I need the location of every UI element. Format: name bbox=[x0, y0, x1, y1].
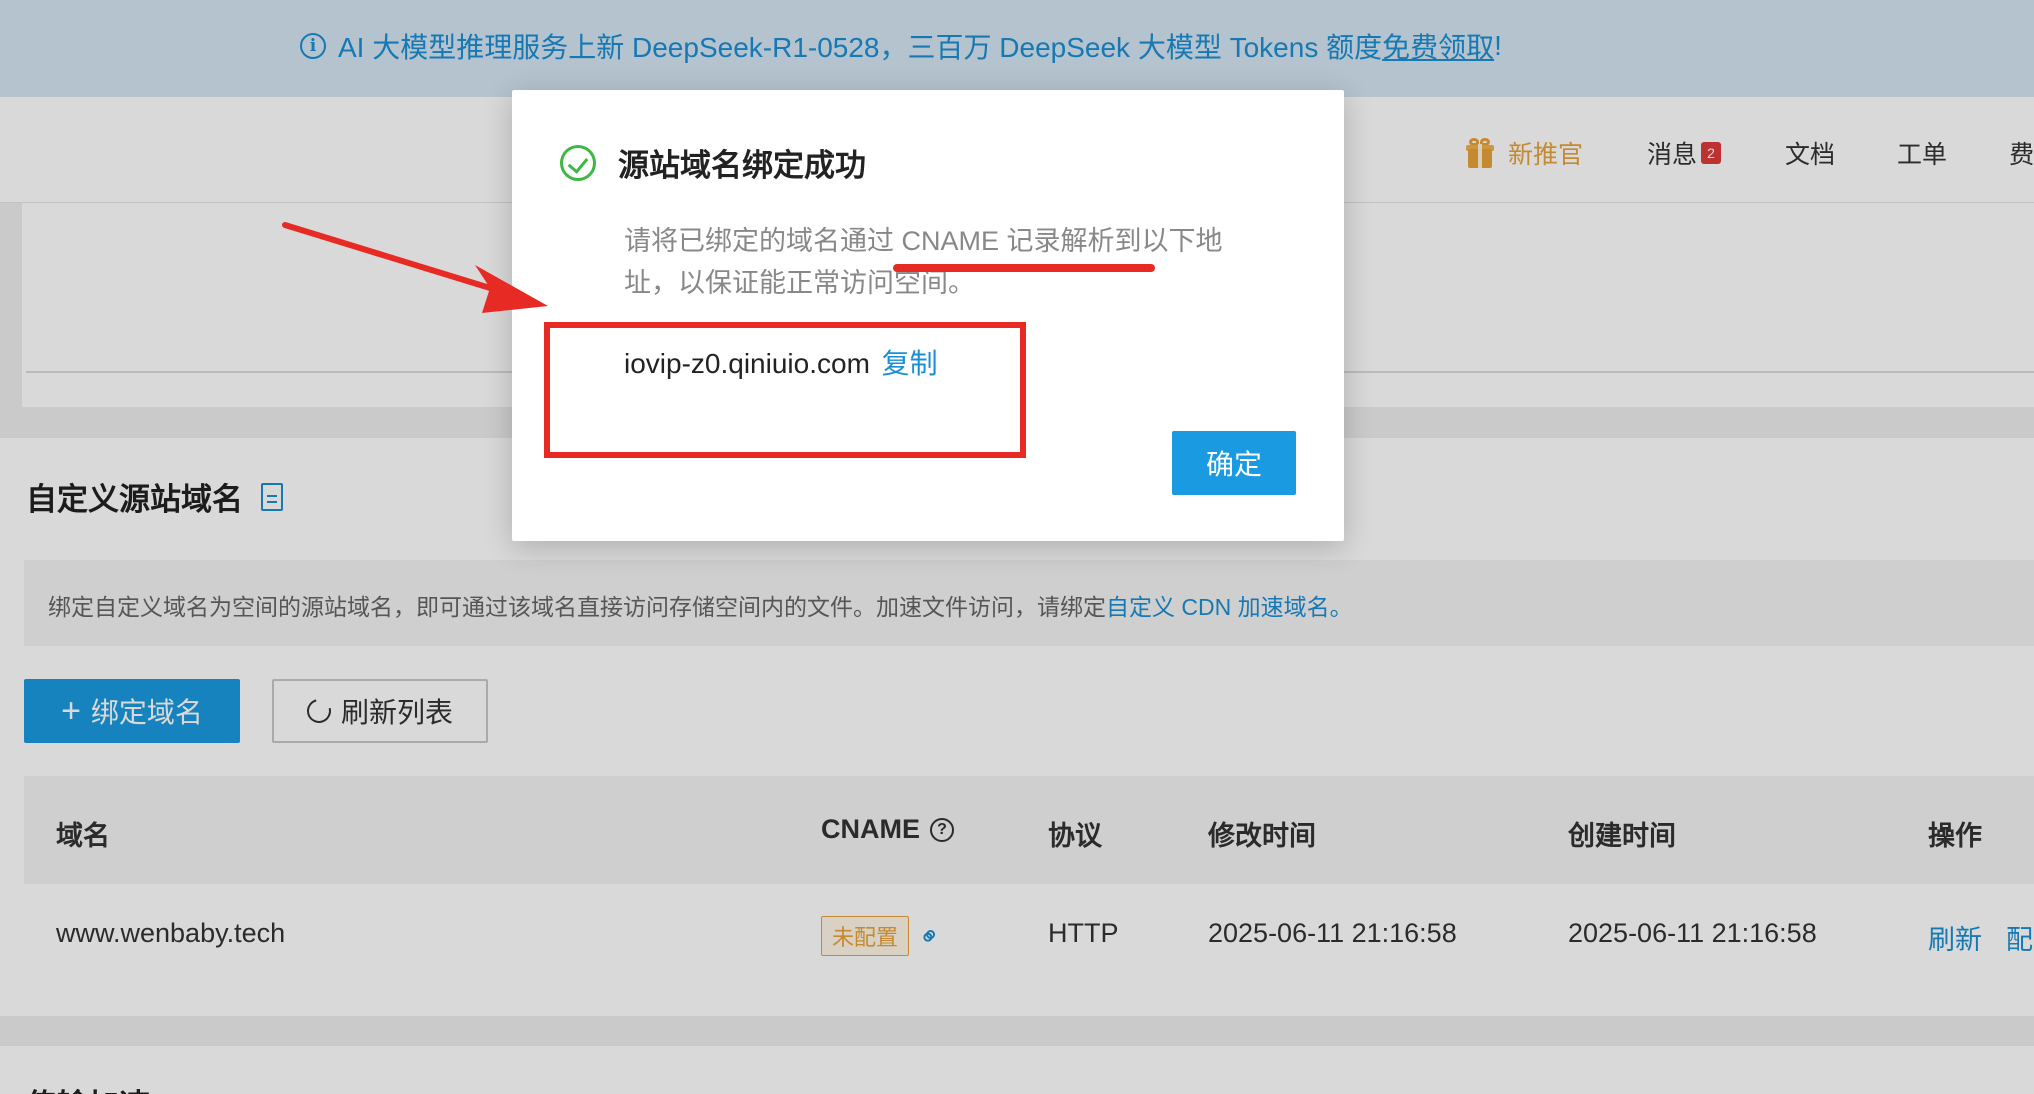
success-check-icon bbox=[560, 144, 596, 181]
confirm-button[interactable]: 确定 bbox=[1172, 431, 1296, 495]
dialog-title-row: 源站域名绑定成功 bbox=[560, 140, 866, 185]
dialog-message: 请将已绑定的域名通过 CNAME 记录解析到以下地址，以保证能正常访问空间。 bbox=[624, 226, 1223, 298]
dialog-title: 源站域名绑定成功 bbox=[618, 148, 866, 183]
annotation-box bbox=[544, 322, 1026, 458]
annotation-underline bbox=[893, 264, 1155, 272]
success-dialog: 源站域名绑定成功 请将已绑定的域名通过 CNAME 记录解析到以下地址，以保证能… bbox=[512, 90, 1344, 541]
annotation-arrow bbox=[282, 222, 548, 313]
